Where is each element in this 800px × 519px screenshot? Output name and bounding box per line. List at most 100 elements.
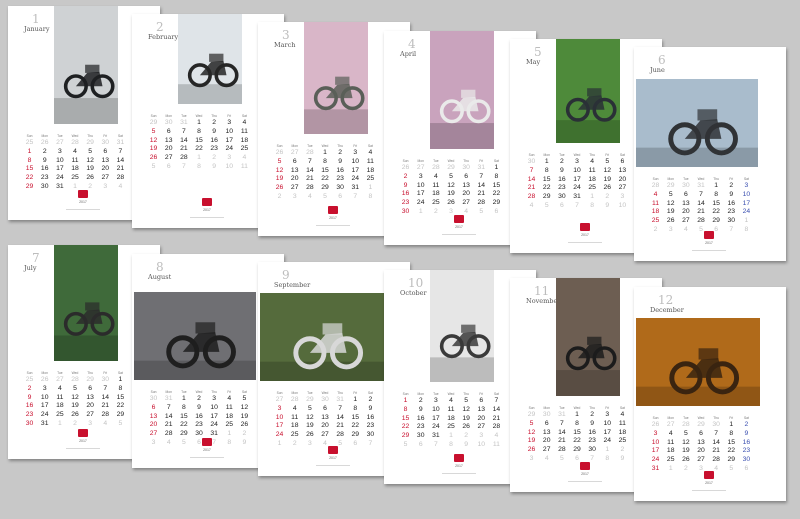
day-cell: 29	[25, 182, 34, 190]
day-cell: 13	[477, 405, 486, 413]
month-name: January	[24, 25, 50, 33]
day-cell: 4	[227, 395, 232, 402]
day-cell: 28	[527, 193, 536, 201]
day-cell: 6	[479, 397, 484, 404]
day-cell: 5	[668, 190, 673, 198]
month-name: May	[526, 58, 541, 66]
day-cell: 14	[527, 175, 536, 183]
day-cell: 8	[403, 405, 408, 413]
day-cell: 19	[306, 422, 314, 430]
footer-credit-line	[190, 457, 224, 458]
adjacent-month-day: 5	[118, 419, 123, 427]
day-cell: 28	[492, 423, 501, 431]
month-name: August	[148, 273, 172, 281]
brand-logo-stamp	[202, 438, 212, 446]
month-number: 8	[156, 260, 164, 274]
day-cell: 20	[618, 175, 627, 183]
day-cell: 26	[149, 154, 158, 162]
day-cell: 15	[195, 136, 203, 144]
day-cell: 28	[306, 184, 314, 192]
day-cell: 12	[527, 428, 536, 436]
day-cell: 10	[742, 190, 751, 198]
adjacent-month-day: 31	[164, 395, 173, 402]
day-cell: 5	[464, 397, 469, 404]
footer-credit-line	[66, 448, 100, 449]
day-cell: 5	[449, 172, 453, 180]
day-cell: 20	[697, 447, 705, 455]
day-cell: 22	[712, 208, 720, 216]
day-cell: 20	[477, 414, 486, 422]
day-cell: 15	[25, 165, 34, 173]
adjacent-month-day: 6	[353, 439, 358, 447]
year-label: 2017	[455, 225, 463, 229]
day-cell: 1	[544, 158, 549, 165]
adjacent-month-day: 1	[418, 207, 423, 215]
day-cell: 20	[542, 437, 551, 445]
day-cell: 10	[225, 127, 234, 135]
day-cell: 11	[588, 166, 596, 174]
adjacent-month-day: 9	[212, 162, 217, 170]
day-cell: 14	[712, 438, 720, 446]
day-cell: 17	[225, 136, 234, 144]
day-cell: 7	[103, 384, 108, 392]
day-cell: 29	[727, 456, 736, 464]
adjacent-month-day: 31	[697, 182, 705, 189]
day-cell: 4	[449, 397, 453, 404]
day-cell: 17	[742, 199, 751, 207]
day-cell: 11	[618, 419, 626, 427]
adjacent-month-day: 3	[292, 192, 297, 200]
day-cell: 25	[56, 411, 64, 419]
day-cell: 11	[667, 438, 675, 446]
day-cell: 27	[149, 430, 158, 438]
day-cell: 30	[558, 193, 566, 201]
day-cell: 21	[336, 422, 344, 430]
day-cell: 1	[27, 147, 32, 155]
adjacent-month-day: 6	[166, 162, 171, 170]
brand-logo-stamp	[580, 462, 590, 470]
day-cell: 6	[699, 429, 703, 437]
day-cell: 8	[323, 157, 327, 165]
day-cell: 30	[742, 456, 751, 464]
day-cell: 24	[651, 456, 660, 464]
day-cell: 1	[323, 149, 327, 156]
month-number: 7	[32, 251, 40, 265]
day-cell: 21	[712, 447, 720, 455]
day-cell: 16	[742, 438, 751, 446]
day-cell: 4	[292, 404, 297, 412]
adjacent-month-day: 29	[697, 421, 705, 428]
day-cell: 6	[292, 157, 297, 165]
adjacent-month-day: 25	[25, 376, 34, 383]
adjacent-month-day: 29	[666, 182, 675, 189]
adjacent-month-day: 6	[744, 464, 749, 472]
day-cell: 15	[492, 181, 501, 189]
day-cell: 8	[714, 190, 719, 198]
adjacent-month-day: 9	[464, 440, 469, 448]
day-cell: 14	[101, 393, 110, 401]
adjacent-month-day: 30	[682, 182, 690, 189]
adjacent-month-day: 31	[336, 396, 344, 403]
day-cell: 26	[71, 411, 79, 419]
calendar-grid: Sun Mon Tue Wed Thu Fri Sat 30 1 2 3 4 5 6 7 8 9 10 11 12 13…	[524, 152, 630, 211]
day-cell: 16	[40, 165, 49, 173]
adjacent-month-day: 8	[744, 225, 749, 233]
day-cell: 11	[291, 413, 299, 421]
day-cell: 9	[368, 404, 373, 412]
day-cell: 24	[225, 145, 234, 153]
adjacent-month-day: 8	[368, 192, 373, 200]
day-cell: 9	[744, 429, 749, 437]
day-cell: 2	[418, 397, 423, 404]
adjacent-month-day: 1	[197, 154, 201, 162]
day-cell: 23	[558, 184, 566, 192]
month-photo	[636, 79, 758, 167]
day-cell: 17	[432, 414, 440, 422]
adjacent-month-day: 7	[368, 439, 373, 447]
day-cell: 5	[242, 395, 247, 402]
day-cell: 30	[40, 182, 49, 190]
calendar-grid: Sun Mon Tue Wed Thu Fri Sat 28 29 30 31 1 2 3 4 5 6 7 8 9 10…	[648, 176, 754, 235]
adjacent-month-day: 3	[227, 154, 232, 162]
day-cell: 17	[351, 166, 360, 174]
footer-credit-line	[66, 209, 100, 210]
month-name: July	[24, 264, 37, 272]
day-cell: 27	[542, 446, 551, 454]
day-cell: 15	[712, 199, 720, 207]
